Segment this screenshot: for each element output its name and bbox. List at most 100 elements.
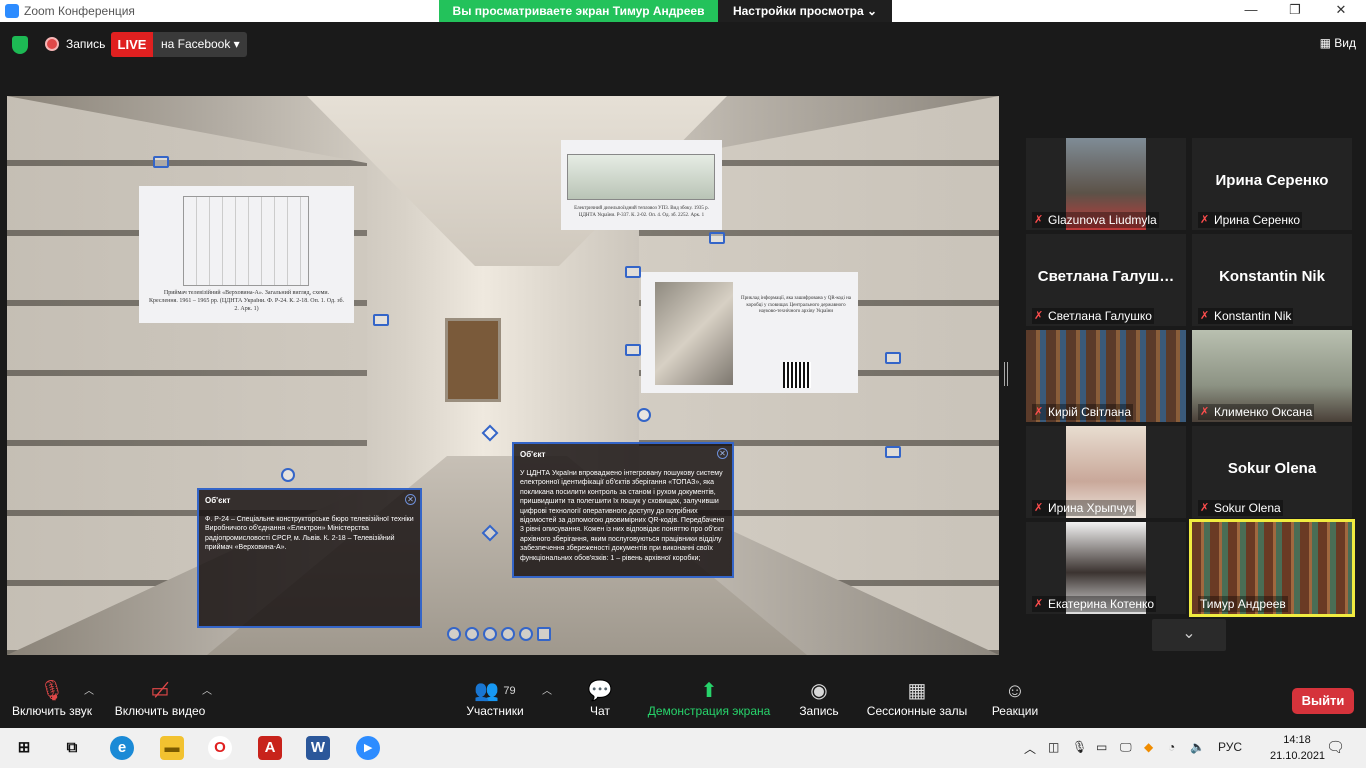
participant-tile[interactable]: ✗ Glazunova Liudmyla [1026,138,1186,230]
clock-time: 14:18 [1283,734,1311,746]
start-video-button[interactable]: ▭̸ Включить видео [114,678,206,718]
participants-options-caret[interactable]: ︿ [542,682,552,697]
zoom-out-icon[interactable] [465,627,479,641]
locomotive-caption: Електричний дизельпоїздний тепловоз УП3.… [574,206,709,218]
taskbar-clock[interactable]: 14:18 21.10.2021 [1270,732,1326,764]
display-tray-icon[interactable]: ▭ [1096,740,1107,754]
fullscreen-icon[interactable] [537,627,551,641]
close-icon[interactable]: ✕ [717,448,728,459]
participant-tile[interactable]: Светлана Галуш… ✗ Светлана Галушко [1026,234,1186,326]
mic-muted-icon: ✗ [1034,502,1044,514]
participant-name: ✗ Sokur Olena [1198,500,1283,516]
close-icon[interactable]: ✕ [405,494,416,505]
meeting-toolbar: 🎙 Включить звук ︿ ▭̸ Включить видео ︿ 👥 7… [0,672,1366,728]
breakout-rooms-button[interactable]: ▦ Сессионные залы [864,678,970,718]
image-hotspot-icon[interactable] [625,344,641,356]
language-indicator[interactable]: РУС [1218,740,1242,754]
gallery-next-page-button[interactable]: ⌄ [1152,619,1226,651]
image-hotspot-icon[interactable] [625,266,641,278]
minus-icon[interactable] [519,627,533,641]
reactions-button[interactable]: ☺ Реакции [988,678,1042,718]
tray-overflow-icon[interactable]: ︿ [1024,740,1036,757]
chat-button[interactable]: 💬 Чат [580,678,620,718]
participant-name: ✗ Ирина Серенко [1198,212,1303,228]
image-hotspot-icon[interactable] [885,446,901,458]
participant-name: ✗ Кирій Світлана [1032,404,1133,420]
participants-button[interactable]: 👥 79 Участники [462,678,528,718]
share-screen-button[interactable]: ⬆ Демонстрация экрана [646,678,772,718]
participant-tile[interactable]: ✗ Екатерина Котенко [1026,522,1186,614]
object-info-panel[interactable]: ✕ Об'єкт Ф. Р-24 – Спеціальне конструкто… [197,488,422,628]
minimize-button[interactable]: — [1236,2,1266,17]
window-title: Zoom Конференция [24,4,135,18]
edge-browser-icon[interactable]: e [110,736,134,760]
qr-info-panel[interactable]: Приклад інформації, яка зашифрована у QR… [641,272,858,393]
grid-icon: ▦ [1319,36,1335,50]
participant-tile[interactable]: Ирина Серенко ✗ Ирина Серенко [1192,138,1352,230]
object-info-panel[interactable]: ✕ Об'єкт У ЦДНТА України впроваджено інт… [512,442,734,578]
word-icon[interactable]: W [306,736,330,760]
monitor-tray-icon[interactable]: 🖵 [1120,740,1132,755]
leave-meeting-button[interactable]: Выйти [1292,688,1354,714]
tv-drawing-panel[interactable]: Приймач телевізійний «Верховина-А». Зага… [139,186,354,323]
locomotive-drawing-panel[interactable]: Електричний дизельпоїздний тепловоз УП3.… [561,140,722,230]
security-shield-icon[interactable] [12,36,28,54]
unmute-button[interactable]: 🎙 Включить звук [10,678,94,718]
participant-name: ✗ Konstantin Nik [1198,308,1294,324]
participant-display-name: Konstantin Nik [1219,268,1325,285]
participant-tile[interactable]: ✗ Ирина Хрыпчук [1026,426,1186,518]
participant-display-name: Ирина Серенко [1215,172,1329,189]
view-options-button[interactable]: Настройки просмотра ⌄ [718,0,892,22]
mic-muted-icon: ✗ [1034,310,1044,322]
reactions-icon: ☺ [1004,680,1026,702]
locomotive-drawing-image [567,154,715,200]
corridor-door [445,318,501,402]
active-speaker-tile[interactable]: Тимур Андреев [1189,519,1355,617]
windows-start-icon[interactable]: ⊞ [12,736,36,760]
pdf-reader-icon[interactable]: A [258,736,282,760]
record-button[interactable]: ◉ Запись [796,678,842,718]
file-explorer-icon[interactable]: ▬ [160,736,184,760]
audio-options-caret[interactable]: ︿ [84,682,94,697]
app-tray-icon[interactable]: ◆ [1144,740,1153,754]
image-hotspot-icon[interactable] [885,352,901,364]
image-hotspot-icon[interactable] [709,232,725,244]
navigation-hotspot-icon[interactable] [481,424,499,442]
info-panel-header: Об'єкт [520,450,546,459]
breakout-rooms-icon: ▦ [907,680,927,702]
close-button[interactable]: ✕ [1326,2,1356,18]
maximize-button[interactable]: ❐ [1280,2,1310,18]
mic-muted-icon: ✗ [1200,502,1210,514]
participant-tile[interactable]: Sokur Olena ✗ Sokur Olena [1192,426,1352,518]
participants-count: 79 [503,685,516,697]
qr-code-icon [783,362,811,388]
mic-tray-icon[interactable]: 🎙 [1072,740,1087,754]
info-hotspot-icon[interactable] [281,468,295,482]
participant-display-name: Sokur Olena [1227,460,1317,477]
info-icon[interactable] [501,627,515,641]
gallery-splitter[interactable] [1004,362,1008,386]
participant-name: ✗ Светлана Галушко [1032,308,1154,324]
rotate-icon[interactable] [483,627,497,641]
info-hotspot-icon[interactable] [637,408,651,422]
zoom-taskbar-icon[interactable]: ▸ [356,736,380,760]
chevron-down-icon: ⌄ [1182,625,1196,642]
participant-tile[interactable]: ✗ Кирій Світлана [1026,330,1186,422]
volume-icon[interactable]: 🔈 [1190,740,1205,754]
participant-tile[interactable]: Konstantin Nik ✗ Konstantin Nik [1192,234,1352,326]
wifi-icon[interactable]: ◔ [1168,740,1175,754]
opera-browser-icon[interactable]: O [208,736,232,760]
shared-screen[interactable]: Приймач телевізійний «Верховина-А». Зага… [7,96,999,655]
zoom-in-icon[interactable] [447,627,461,641]
notifications-icon[interactable]: 🗨 [1326,738,1345,756]
image-hotspot-icon[interactable] [373,314,389,326]
task-view-icon[interactable]: ⧉ [60,736,84,760]
live-stream-button[interactable]: LIVE на Facebook ▾ [111,32,247,57]
view-button[interactable]: ▦ Вид [1320,36,1356,50]
mic-muted-icon: ✗ [1034,598,1044,610]
camera-tray-icon[interactable]: ◫ [1048,740,1059,754]
clock-date: 21.10.2021 [1270,750,1326,762]
image-hotspot-icon[interactable] [153,156,169,168]
video-options-caret[interactable]: ︿ [202,682,212,697]
participant-tile[interactable]: ✗ Клименко Оксана [1192,330,1352,422]
